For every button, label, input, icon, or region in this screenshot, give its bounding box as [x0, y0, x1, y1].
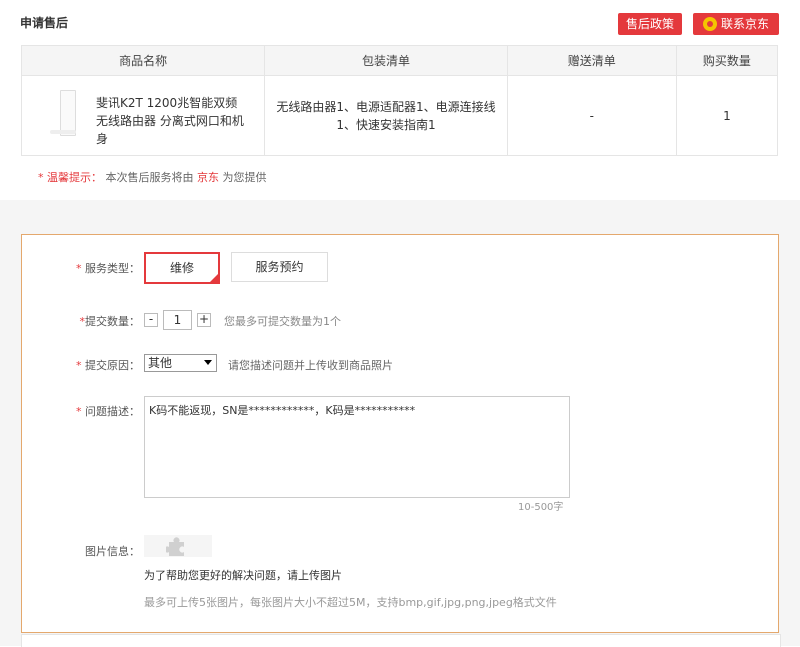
contact-jd-button[interactable]: 联系京东	[693, 13, 779, 35]
contact-jd-label: 联系京东	[720, 17, 769, 31]
product-image[interactable]	[46, 90, 80, 136]
quantity-cell: 1	[675, 75, 779, 156]
service-type-repair-option[interactable]: 维修	[144, 252, 220, 284]
upload-hint-primary: 为了帮助您更好的解决问题，请上传图片	[144, 569, 342, 582]
order-summary-section: 申请售后 售后政策 联系京东 商品名称 包装清单 赠送清单 购买数量 斐讯K2T…	[0, 0, 800, 200]
service-type-label: * 服务类型：	[76, 262, 140, 275]
reason-label: * 提交原因：	[76, 359, 140, 372]
next-section-edge	[21, 634, 781, 647]
package-list-cell: 无线路由器1、电源适配器1、电源连接线1、快速安装指南1	[264, 75, 508, 156]
tip-vendor: 京东	[197, 171, 219, 184]
description-textarea[interactable]: K码不能返现，SN是************，K码是***********	[144, 396, 570, 498]
selected-check-icon	[209, 273, 219, 283]
product-table: 商品名称 包装清单 赠送清单 购买数量 斐讯K2T 1200兆智能双频无线路由器…	[20, 45, 779, 156]
tip-label: 温馨提示：	[47, 171, 102, 184]
jd-logo-icon	[702, 17, 717, 31]
service-tip: * 温馨提示： 本次售后服务将由 京东 为您提供	[38, 169, 267, 185]
quantity-decrement-button[interactable]: -	[144, 313, 158, 327]
quantity-label: *提交数量：	[79, 315, 141, 328]
header-package-list: 包装清单	[264, 45, 508, 76]
quantity-input[interactable]: 1	[163, 310, 192, 330]
description-char-counter: 10-500字	[518, 502, 564, 513]
package-list-text: 无线路由器1、电源适配器1、电源连接线1、快速安装指南1	[276, 99, 496, 132]
description-label: * 问题描述：	[76, 405, 140, 418]
upload-hint-secondary: 最多可上传5张图片，每张图片大小不超过5M，支持bmp,gif,jpg,png,…	[144, 596, 557, 609]
header-gift-list: 赠送清单	[506, 45, 677, 76]
quantity-increment-button[interactable]: +	[197, 313, 211, 327]
header-product-name: 商品名称	[20, 45, 266, 76]
puzzle-icon	[166, 537, 184, 556]
product-cell: 斐讯K2T 1200兆智能双频无线路由器 分离式网口和机身	[20, 75, 266, 156]
tip-star: *	[38, 171, 44, 184]
image-upload-button[interactable]	[144, 535, 212, 557]
product-name-link[interactable]: 斐讯K2T 1200兆智能双频无线路由器 分离式网口和机身	[96, 94, 246, 148]
after-sales-policy-button[interactable]: 售后政策	[618, 13, 682, 35]
page-title: 申请售后	[20, 16, 69, 30]
reason-select[interactable]: 其他	[144, 354, 217, 372]
reason-selected-value: 其他	[148, 356, 173, 370]
tip-text-before: 本次售后服务将由	[105, 171, 194, 184]
dropdown-arrow-icon	[204, 360, 212, 365]
images-label: 图片信息：	[85, 545, 140, 558]
tip-text-after: 为您提供	[222, 171, 267, 184]
gift-list-cell: -	[506, 75, 677, 156]
repair-option-label: 维修	[169, 261, 194, 275]
header-quantity: 购买数量	[675, 45, 779, 76]
table-header-row: 商品名称 包装清单 赠送清单 购买数量	[20, 45, 779, 76]
service-type-appointment-option[interactable]: 服务预约	[231, 252, 328, 282]
table-row: 斐讯K2T 1200兆智能双频无线路由器 分离式网口和机身 无线路由器1、电源适…	[20, 75, 779, 156]
quantity-hint: 您最多可提交数量为1个	[224, 315, 341, 328]
reason-hint: 请您描述问题并上传收到商品照片	[228, 359, 393, 372]
